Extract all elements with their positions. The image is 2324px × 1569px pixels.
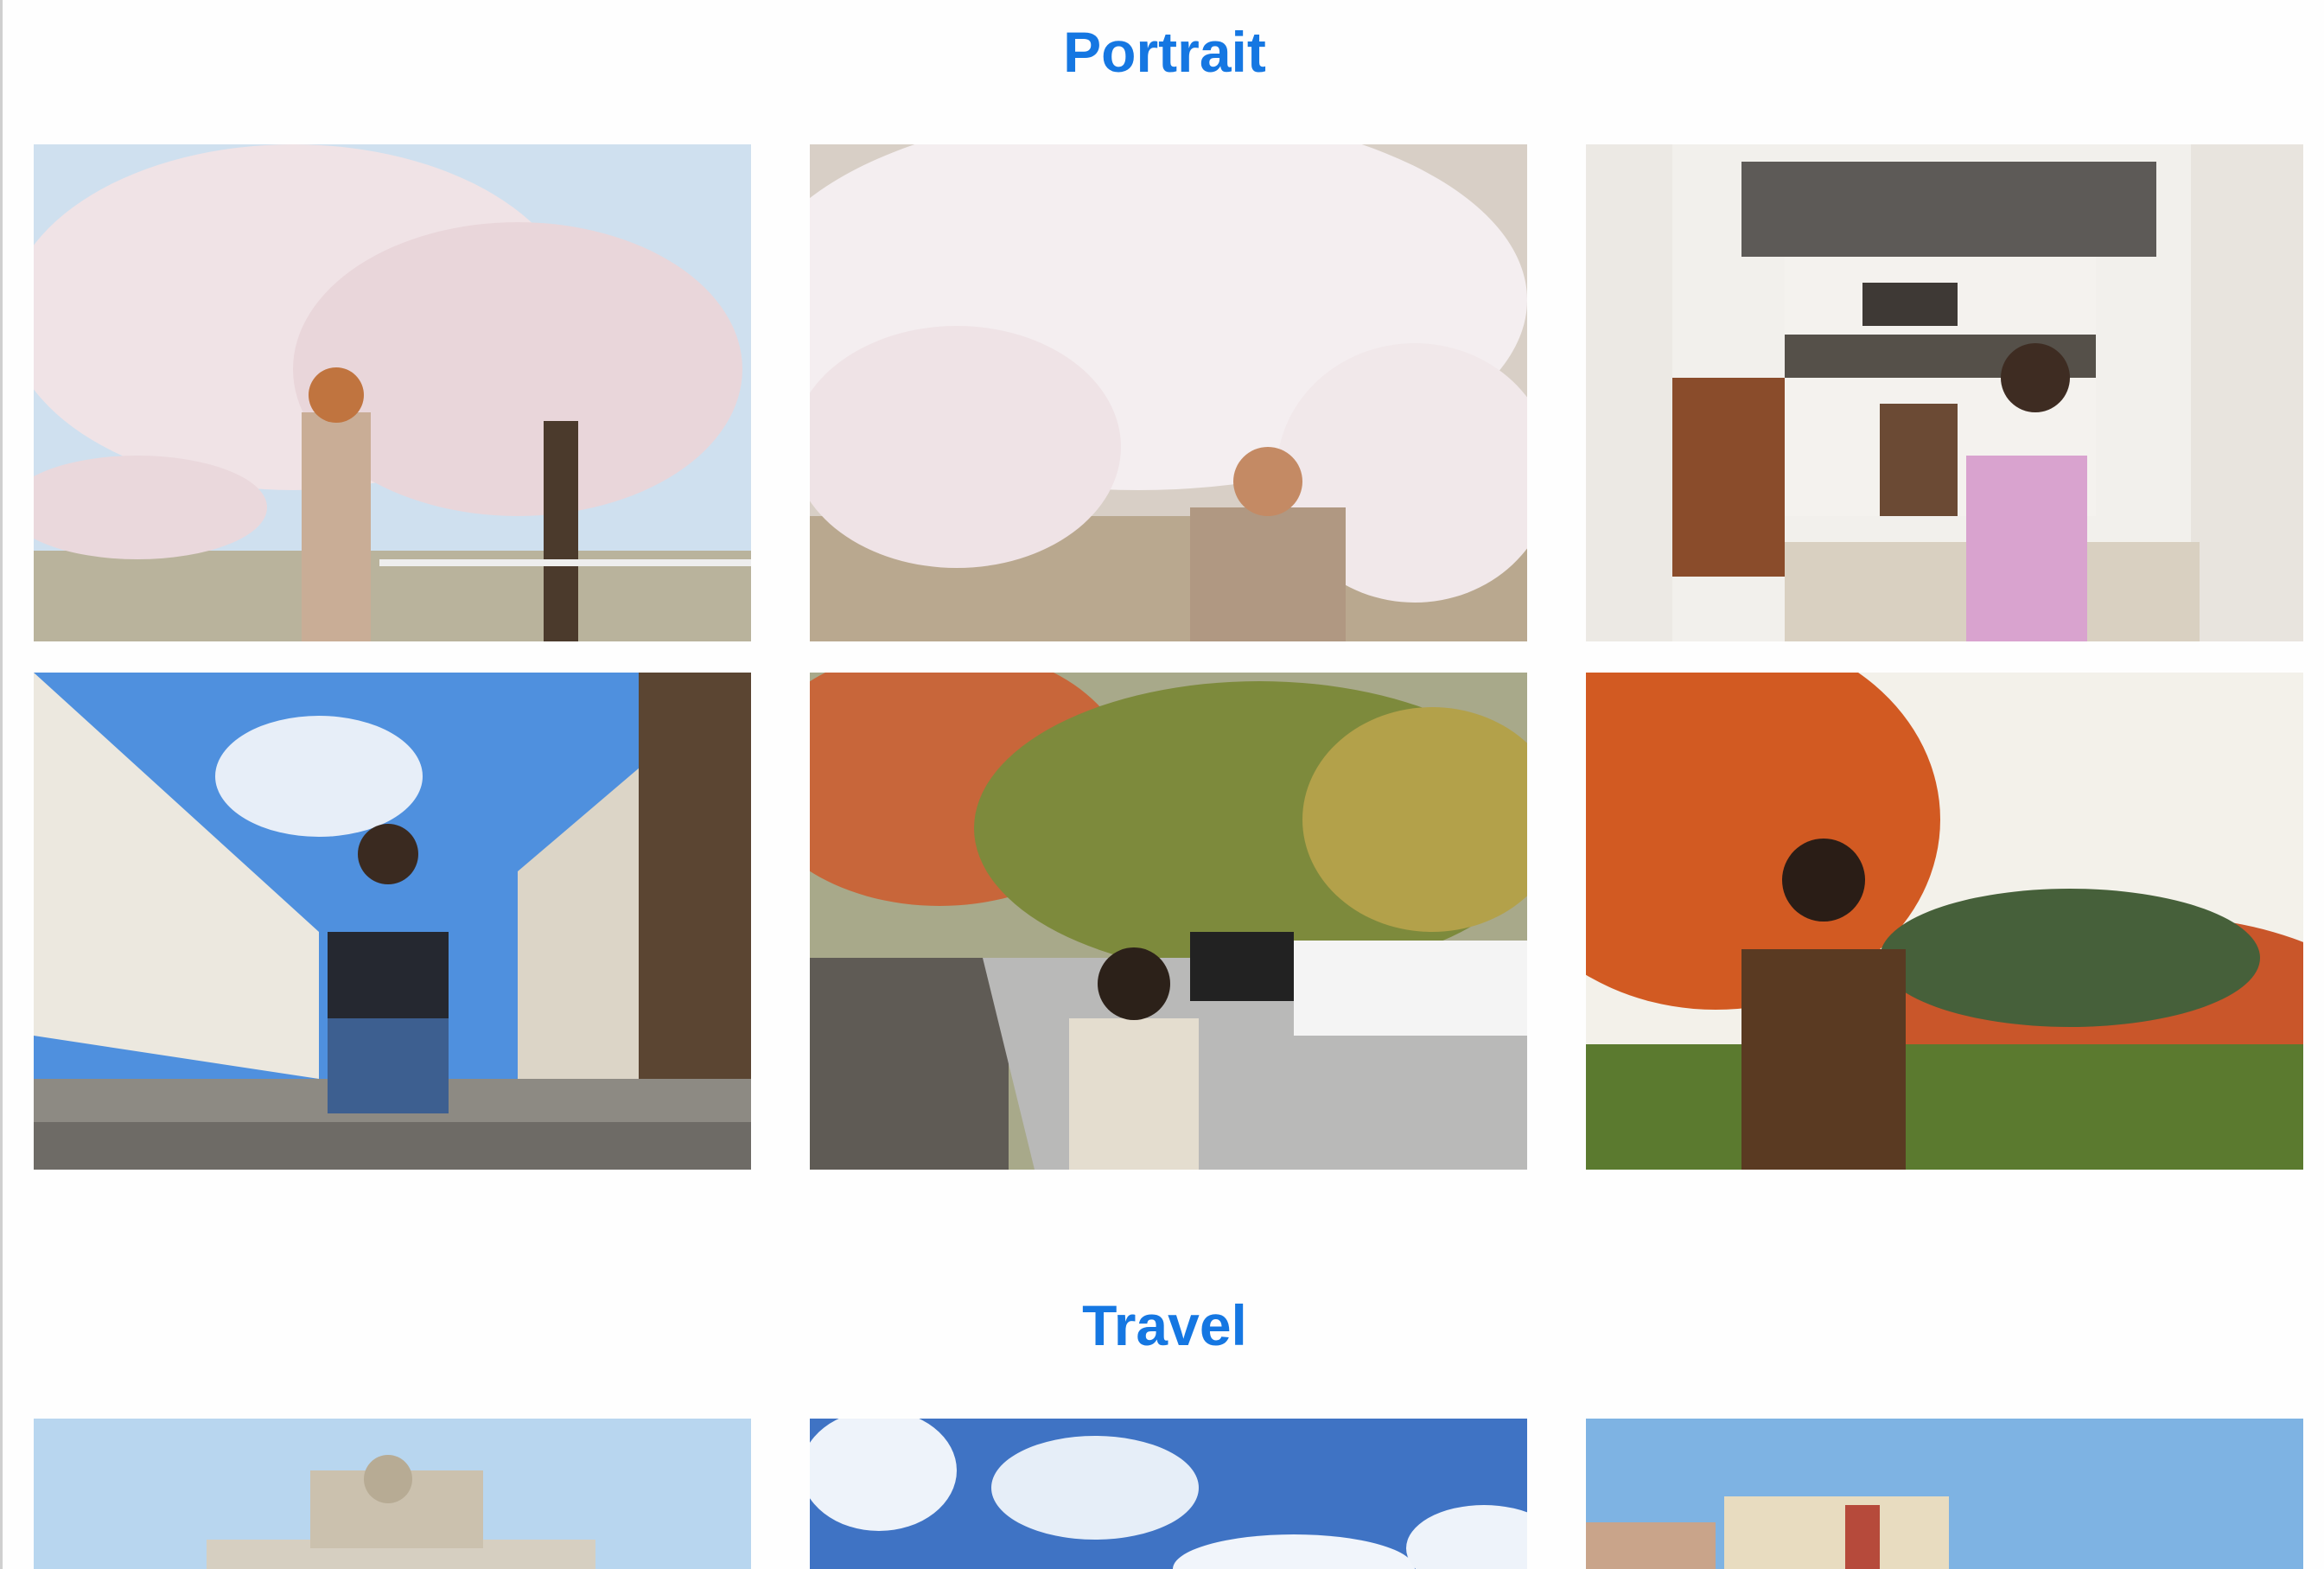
photo-image xyxy=(810,144,1527,641)
photo-image xyxy=(1586,673,2303,1170)
photo-travel-3[interactable] xyxy=(1586,1419,2303,1569)
photo-portrait-2[interactable] xyxy=(810,144,1527,641)
photo-image xyxy=(810,1419,1527,1569)
photo-image xyxy=(1586,1419,2303,1569)
gallery-page: Portrait Travel xyxy=(0,0,2324,1569)
photo-image xyxy=(34,673,751,1170)
photo-portrait-1[interactable] xyxy=(34,144,751,641)
photo-image xyxy=(34,144,751,641)
photo-image xyxy=(810,673,1527,1170)
photo-portrait-4[interactable] xyxy=(34,673,751,1170)
photo-portrait-6[interactable] xyxy=(1586,673,2303,1170)
photo-travel-1[interactable] xyxy=(34,1419,751,1569)
photo-portrait-3[interactable] xyxy=(1586,144,2303,641)
photo-image xyxy=(34,1419,751,1569)
section-title-portrait: Portrait xyxy=(1063,20,1266,84)
section-title-travel: Travel xyxy=(1082,1293,1247,1357)
photo-image xyxy=(1586,144,2303,641)
photo-travel-2[interactable] xyxy=(810,1419,1527,1569)
photo-portrait-5[interactable] xyxy=(810,673,1527,1170)
